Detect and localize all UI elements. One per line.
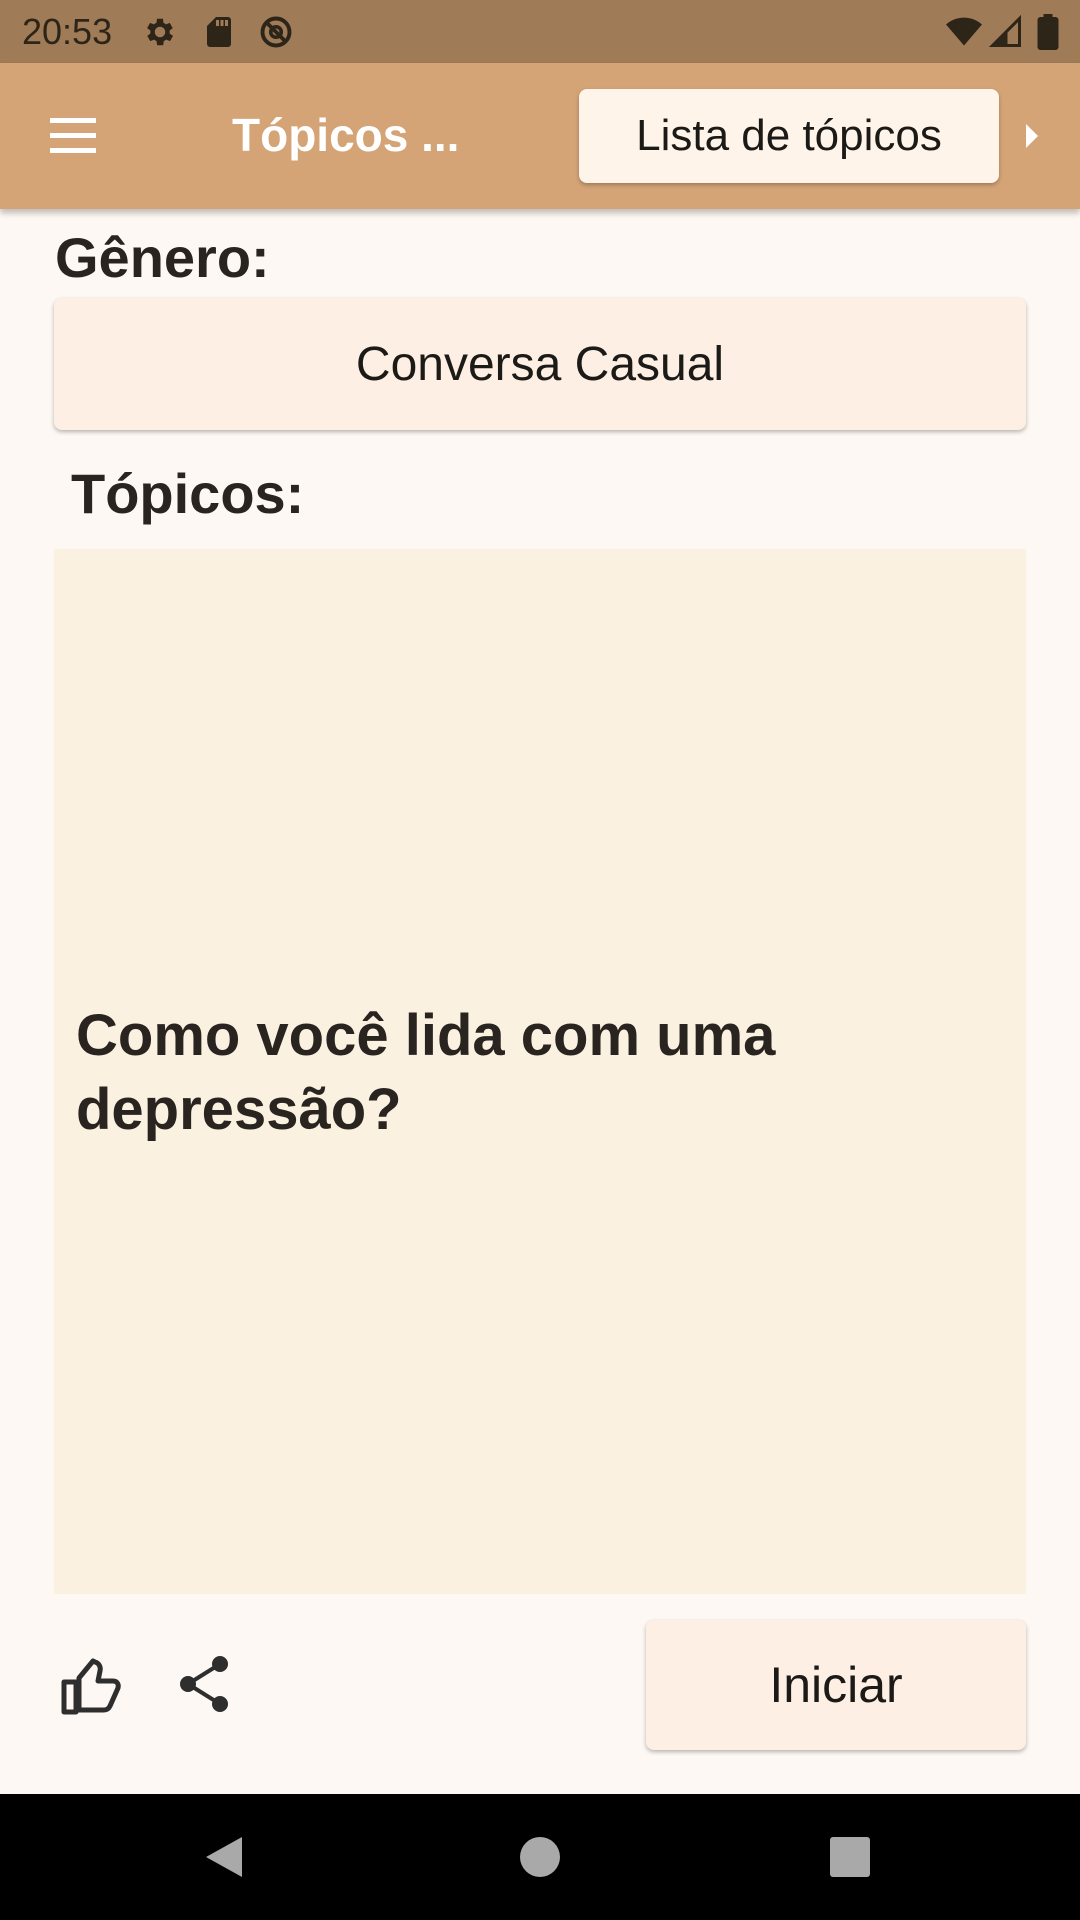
- status-bar: 20:53: [0, 0, 1080, 63]
- app-title: Tópicos ...: [232, 109, 460, 161]
- topic-list-button[interactable]: Lista de tópicos: [579, 89, 999, 183]
- topics-label: Tópicos:: [71, 462, 305, 525]
- navigation-bar: [0, 1794, 1080, 1920]
- signal-icon: [988, 14, 1024, 50]
- menu-icon[interactable]: [40, 110, 106, 162]
- genre-label: Gênero:: [55, 226, 270, 289]
- genre-select-button[interactable]: Conversa Casual: [54, 298, 1026, 430]
- settings-icon: [142, 14, 178, 50]
- recents-icon[interactable]: [826, 1833, 874, 1881]
- back-icon[interactable]: [200, 1833, 248, 1881]
- home-icon[interactable]: [516, 1833, 564, 1881]
- sync-icon: [258, 14, 294, 50]
- start-button[interactable]: Iniciar: [646, 1620, 1026, 1750]
- battery-icon: [1036, 14, 1060, 50]
- thumbs-up-icon[interactable]: [60, 1654, 124, 1718]
- topic-card[interactable]: Como você lida com uma depressão?: [54, 549, 1026, 1594]
- wifi-icon: [944, 14, 984, 50]
- status-time: 20:53: [22, 11, 113, 52]
- topic-text: Como você lida com uma depressão?: [76, 1003, 776, 1142]
- sd-card-icon: [201, 14, 237, 50]
- share-icon[interactable]: [176, 1654, 232, 1714]
- app-bar: Tópicos ... Lista de tópicos: [0, 63, 1080, 209]
- arrow-right-icon[interactable]: [1020, 121, 1044, 151]
